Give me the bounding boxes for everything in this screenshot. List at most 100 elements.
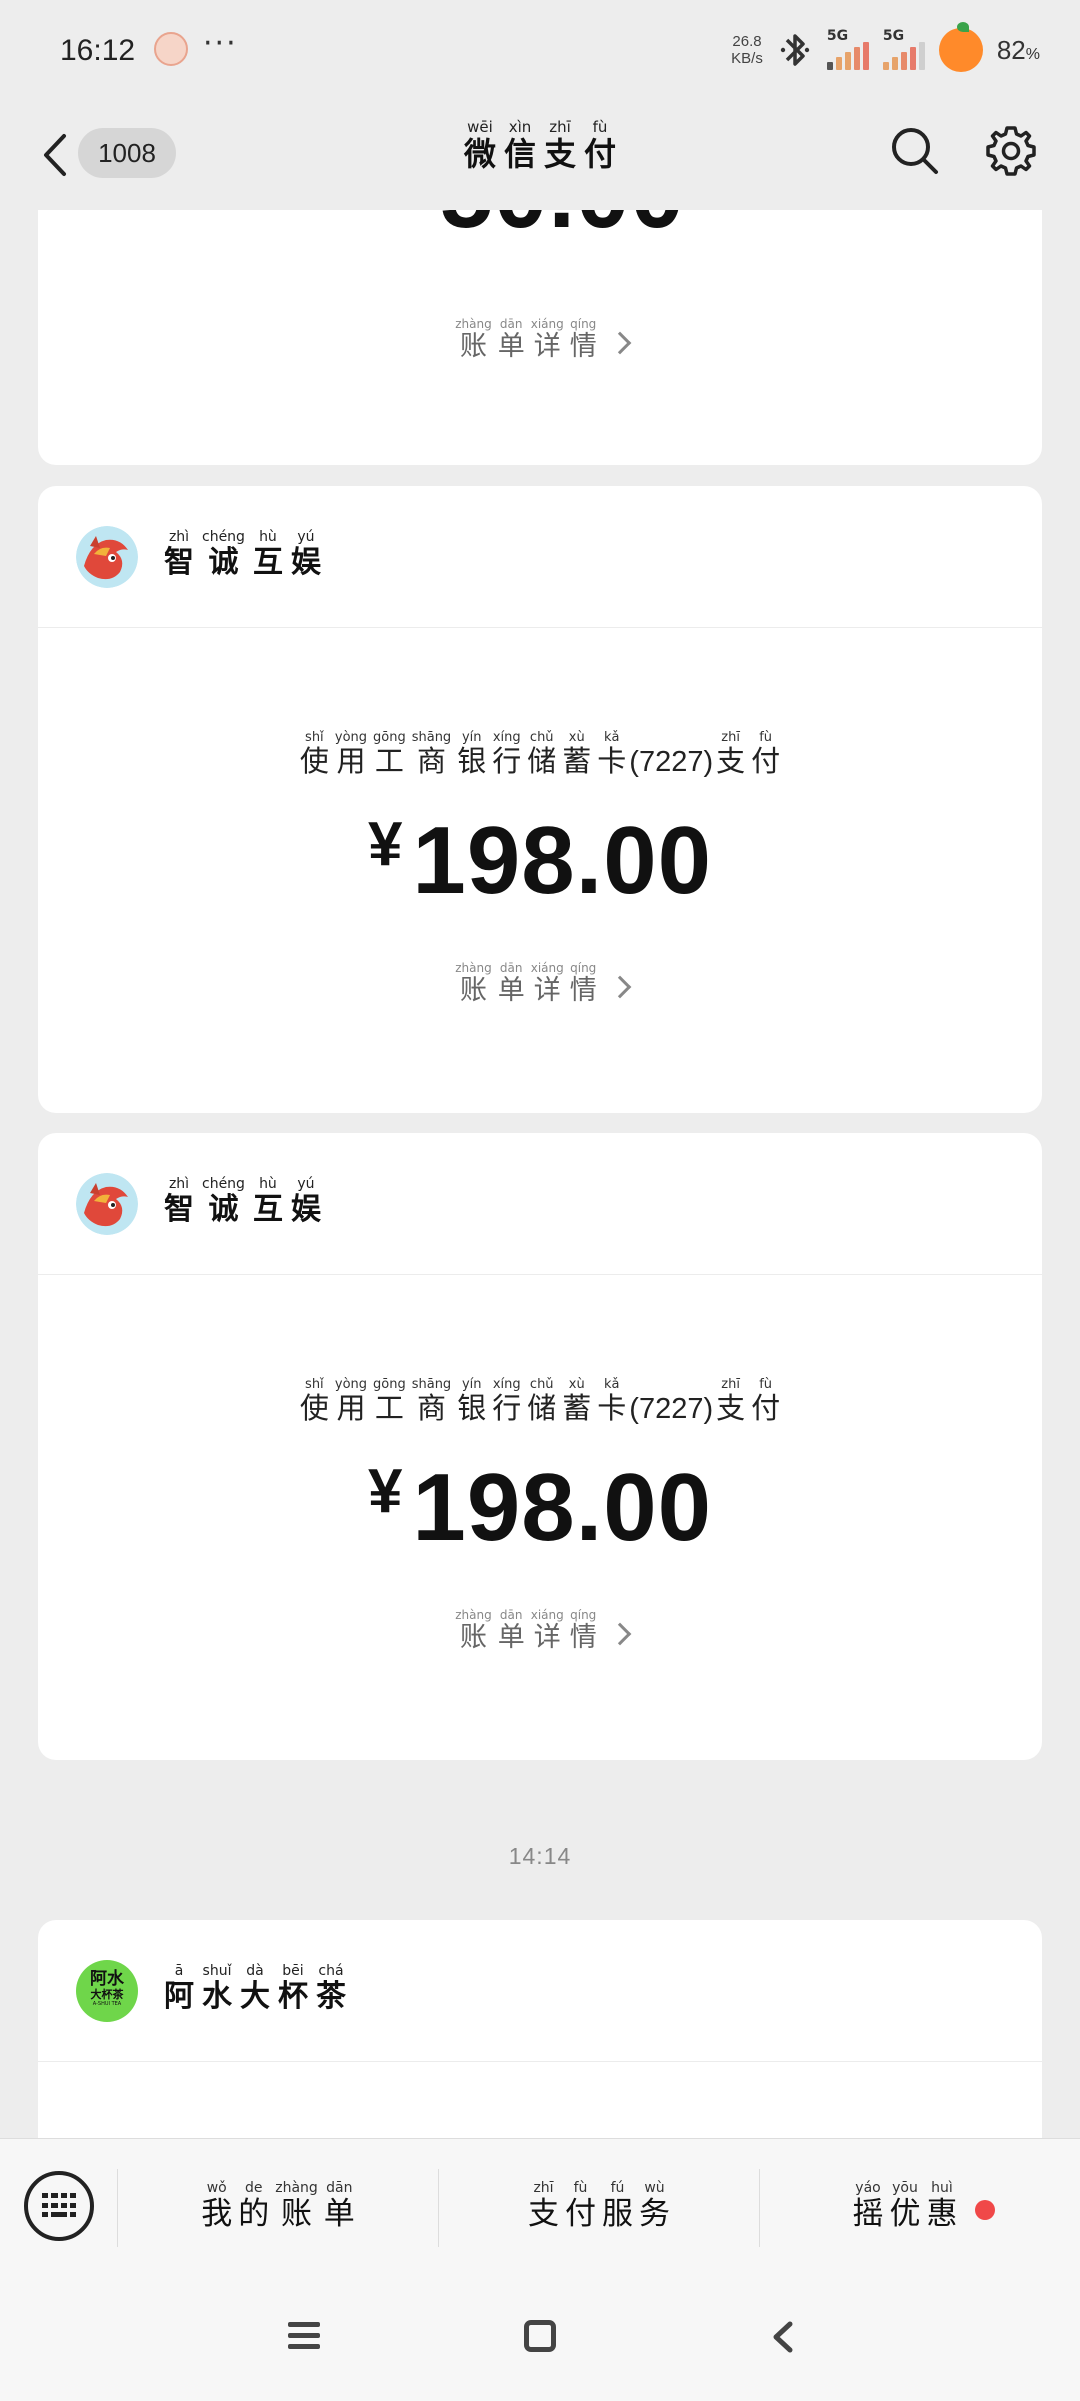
home-icon[interactable] — [524, 2320, 556, 2352]
ruby-char: 杯bēi — [278, 1963, 308, 2014]
merchant-row[interactable]: 阿水 大杯茶 A-SHUI TEA 阿ā 水shuǐ 大dà 杯bēi 茶chá — [38, 1920, 1042, 2062]
ruby-char: 行xíng — [492, 1377, 522, 1425]
amount-value: 198.00 — [412, 807, 713, 914]
pinyin: yòng — [334, 730, 368, 745]
pinyin: zhì — [164, 529, 194, 545]
ruby-char: 摇yáo — [852, 2180, 884, 2232]
keyboard-icon[interactable] — [24, 2171, 94, 2241]
more-notifications-icon: ··· — [203, 26, 238, 61]
payment-card-2: 智zhì 诚chéng互hù娱yú 使shǐ用yòng工gōng商shāng银yí… — [38, 486, 1042, 1113]
pinyin: qíng — [569, 317, 597, 331]
ruby-char: 付fù — [565, 2180, 596, 2232]
chevron-left-icon[interactable] — [38, 130, 72, 180]
logo-latin: A-SHUI TEA — [92, 2001, 122, 2007]
pinyin: dān — [323, 2180, 355, 2196]
payment-method-prefix: 使shǐ用yòng工gōng商shāng银yín行xíng储chǔ蓄xù卡kǎ — [297, 730, 629, 778]
menu-my-bill[interactable]: 我wǒ的de账zhàng单dān — [118, 2180, 438, 2233]
pinyin: xiáng — [530, 1608, 564, 1622]
pinyin: wǒ — [201, 2180, 233, 2196]
menu-payment-services[interactable]: 支zhī付fù服fú务wù — [439, 2180, 759, 2233]
gear-icon[interactable] — [984, 124, 1038, 178]
ruby-char: 服fú — [602, 2180, 633, 2232]
pinyin: shǐ — [299, 730, 329, 745]
logo-text: 阿水 — [90, 1969, 124, 1989]
merchant-name: 智zhì 诚chéng互hù娱yú — [160, 529, 325, 581]
merchant-logo — [76, 1173, 138, 1235]
ruby-char: 智zhì — [164, 529, 194, 580]
logo-subtext: 大杯茶 — [90, 1988, 124, 2001]
pinyin: zhī — [544, 118, 576, 136]
ruby-char: 商shāng — [411, 730, 452, 778]
ruby-char: 详xiáng — [530, 1608, 564, 1653]
merchant-row[interactable]: 智zhì 诚chéng互hù娱yú — [38, 1133, 1042, 1275]
network-speed-unit: KB/s — [731, 50, 763, 67]
ruby-char: 详xiáng — [530, 961, 564, 1006]
merchant-row[interactable]: 智zhì 诚chéng互hù娱yú — [38, 486, 1042, 628]
menu-shake-offers[interactable]: 摇yáo优yōu惠huì — [760, 2180, 1050, 2233]
payment-method-suffix: 支zhī付fù — [713, 730, 783, 778]
pinyin: hù — [252, 1176, 283, 1192]
ruby-char: 卡kǎ — [597, 1377, 627, 1425]
ruby-char: 支zhī — [528, 2180, 559, 2232]
ruby-char: 情qíng — [569, 961, 597, 1006]
pinyin: chá — [316, 1963, 346, 1979]
pinyin: xiáng — [530, 317, 564, 331]
pinyin: yáo — [852, 2180, 884, 2196]
pinyin: shāng — [411, 730, 452, 745]
bill-details-link[interactable]: 账zhàng单dān详xiáng情qíng — [38, 961, 1042, 1007]
pinyin: gōng — [373, 1377, 406, 1392]
ruby-char: 用yòng — [334, 1377, 368, 1425]
ruby-char: 支zhī — [544, 118, 577, 173]
bill-details-label: 账zhàng单dān详xiáng情qíng — [452, 1608, 599, 1653]
pinyin: zhàng — [455, 961, 492, 975]
unread-count-badge[interactable]: 1008 — [78, 128, 176, 178]
pinyin: yín — [457, 1377, 487, 1392]
pinyin: huì — [926, 2180, 958, 2196]
system-nav-bar — [0, 2278, 1080, 2401]
ruby-char: 情qíng — [569, 1608, 597, 1653]
pinyin: fú — [602, 2180, 633, 2196]
pinyin: kǎ — [597, 1377, 627, 1392]
app-notification-icon — [154, 32, 188, 66]
pinyin: xíng — [492, 1377, 522, 1392]
payment-amount: ¥198.00 — [38, 1453, 1042, 1563]
bill-details-label: 账zhàng单dān详xiáng情qíng — [452, 961, 599, 1006]
battery-orange-icon — [938, 22, 983, 72]
ruby-char: 诚chéng — [202, 529, 245, 580]
ruby-char: 务wù — [639, 2180, 670, 2232]
network-speed-value: 26.8 — [732, 33, 762, 50]
ruby-char: 账zhàng — [455, 317, 492, 362]
battery-value: 82 — [996, 34, 1026, 65]
signal-sim1-icon: 5G — [826, 28, 869, 70]
pinyin: zhàng — [275, 2180, 318, 2196]
ruby-char: 的de — [238, 2180, 270, 2232]
back-nav-icon[interactable] — [770, 2320, 794, 2354]
ruby-char: 娱yú — [290, 1176, 321, 1227]
pinyin: fù — [751, 1377, 781, 1392]
pinyin: bēi — [278, 1963, 308, 1979]
ruby-char: 优yōu — [889, 2180, 921, 2232]
ruby-char: 行xíng — [492, 730, 522, 778]
ruby-char: 账zhàng — [455, 961, 492, 1006]
bill-details-label: 账zhàng单dān详xiáng情qíng — [452, 317, 599, 362]
payment-amount: ¥198.00 — [38, 806, 1042, 916]
search-icon[interactable] — [888, 124, 940, 176]
payment-method: 使shǐ用yòng工gōng商shāng银yín行xíng储chǔ蓄xù卡kǎ(… — [38, 730, 1042, 780]
pinyin: zhī — [528, 2180, 559, 2196]
pinyin: xìn — [503, 118, 536, 136]
merchant-name: 智zhì 诚chéng互hù娱yú — [160, 1176, 325, 1228]
pinyin: chéng — [202, 1176, 245, 1192]
ruby-char: 详xiáng — [530, 317, 564, 362]
ruby-char: 蓄xù — [562, 1377, 592, 1425]
recent-apps-icon[interactable] — [288, 2322, 320, 2350]
card-tail-number: (7227) — [629, 746, 714, 778]
bill-details-link[interactable]: 账zhàng单dān详xiáng情qíng — [38, 317, 1042, 363]
pinyin: gōng — [373, 730, 406, 745]
pinyin: yín — [457, 730, 487, 745]
ruby-char: 茶chá — [316, 1963, 346, 2014]
ruby-char: 储chǔ — [527, 730, 557, 778]
payment-card-3: 智zhì 诚chéng互hù娱yú 使shǐ用yòng工gōng商shāng银yí… — [38, 1133, 1042, 1760]
ruby-char: 惠huì — [926, 2180, 958, 2232]
bill-details-link[interactable]: 账zhàng单dān详xiáng情qíng — [38, 1608, 1042, 1654]
ruby-char: 阿ā — [164, 1963, 194, 2014]
